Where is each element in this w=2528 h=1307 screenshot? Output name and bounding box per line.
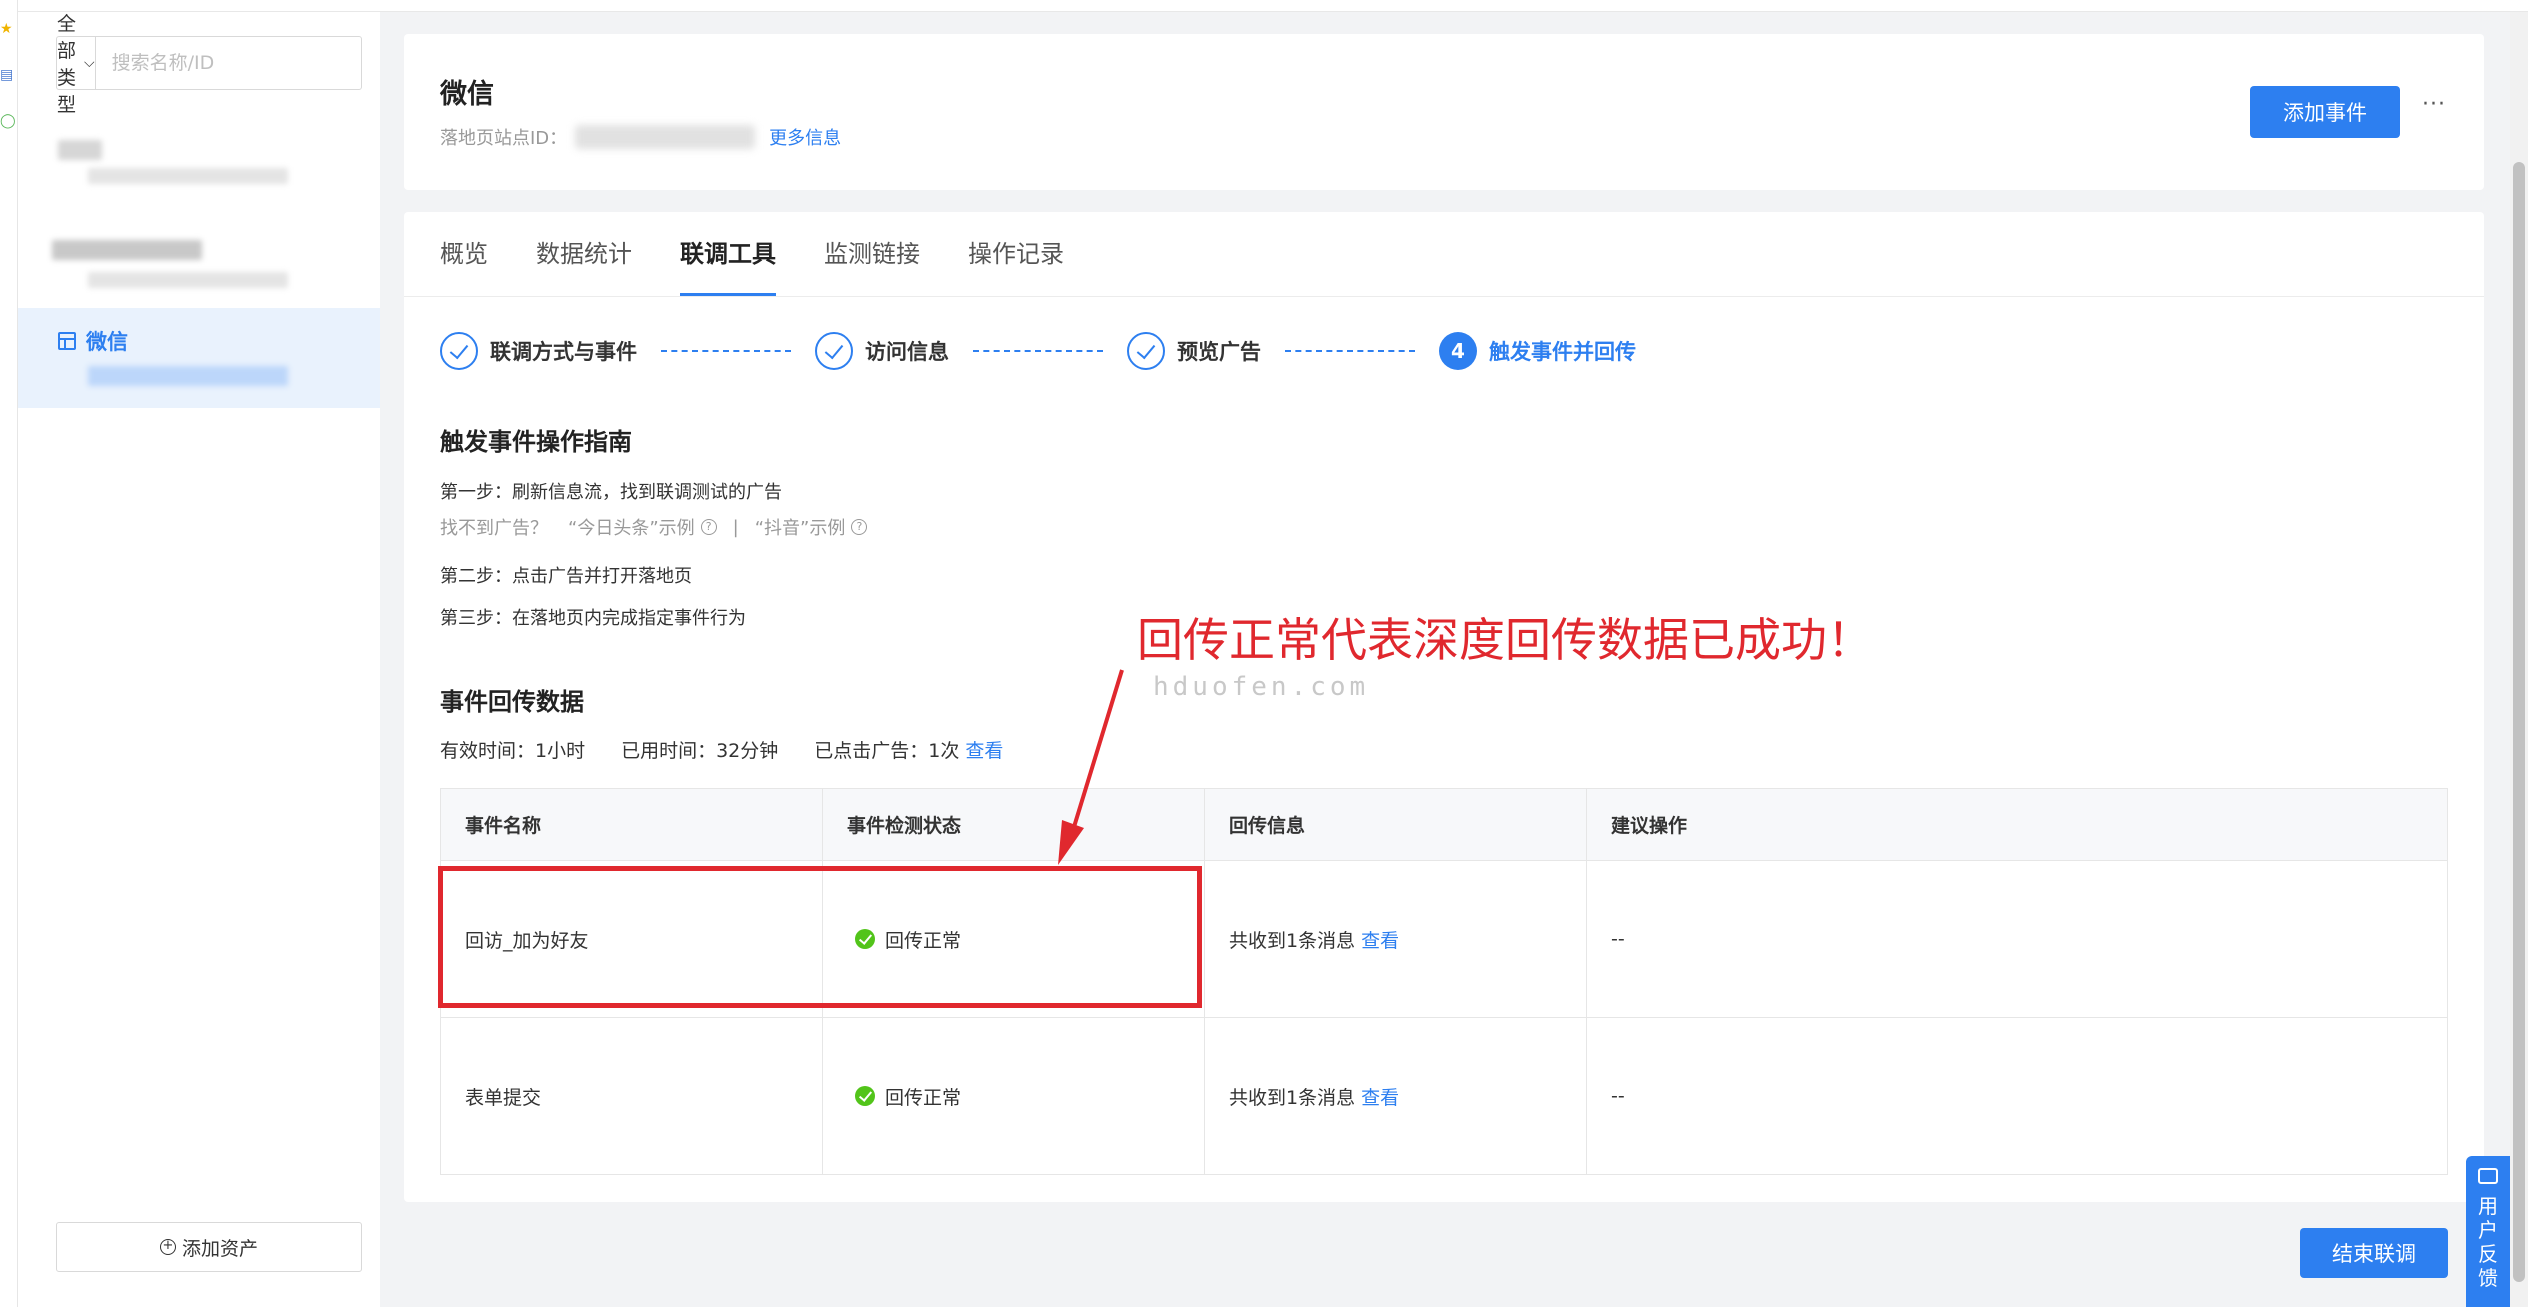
valid-time: 有效时间：1小时 [440,740,586,762]
step-2: 访问信息 [815,332,949,370]
step-1: 联调方式与事件 [440,332,637,370]
event-status: 回传正常 [885,1086,962,1109]
tabs: 概览 数据统计 联调工具 监测链接 操作记录 [440,212,1064,296]
scrollbar[interactable] [2510,12,2528,1307]
more-options-icon[interactable]: ··· [2422,92,2446,117]
col-event-name: 事件名称 [440,788,823,861]
star-icon[interactable]: ★ [0,20,14,38]
chat-icon [2478,1168,2498,1184]
page-title: 微信 [440,79,494,110]
tab-overview[interactable]: 概览 [440,212,488,296]
feedback-tab[interactable]: 用户反馈 [2466,1156,2510,1307]
asset-active-name: 微信 [86,330,128,354]
tab-operation-log[interactable]: 操作记录 [968,212,1064,296]
add-asset-button[interactable]: + 添加资产 [56,1222,362,1272]
step-3: 预览广告 [1127,332,1261,370]
view-callback-link[interactable]: 查看 [1361,1087,1399,1109]
events-title: 事件回传数据 [440,688,584,716]
douyin-example-link[interactable]: “抖音”示例 [755,514,846,540]
col-callback-info: 回传信息 [1204,788,1587,861]
asset-sidebar: 全部类型 ⌵ 微信 + 添加资产 [18,12,380,1307]
annotation-text: 回传正常代表深度回传数据已成功！ [1137,613,1873,667]
tab-debug-tool[interactable]: 联调工具 [680,212,776,296]
site-id-value-blurred [575,125,756,149]
guide-step-2: 第二步：点击广告并打开落地页 [440,566,692,587]
clicked-count: 已点击广告：1次 [814,740,960,762]
main-card: 概览 数据统计 联调工具 监测链接 操作记录 联调方式与事件 访问信息 预览广告… [404,212,2484,1202]
site-id-row: 落地页站点ID： 更多信息 [440,124,841,150]
scroll-thumb[interactable] [2513,162,2525,1282]
end-debug-button[interactable]: 结束联调 [2300,1228,2448,1278]
check-icon [815,332,853,370]
check-icon [440,332,478,370]
check-circle-icon [855,1086,875,1106]
guide-title: 触发事件操作指南 [440,428,632,456]
feedback-label: 用户反馈 [2478,1194,2498,1290]
bookmark-icon[interactable]: ▤ [0,66,14,84]
asset-item-blurred-2[interactable] [18,220,380,320]
asset-filter: 全部类型 ⌵ [56,13,371,116]
watermark: hduofen.com [1153,672,1370,702]
callback-info: 共收到1条消息 [1229,929,1356,952]
step-4: 4 触发事件并回传 [1439,332,1636,370]
add-event-button[interactable]: 添加事件 [2250,86,2400,138]
highlight-box [438,866,1202,1008]
add-asset-label: 添加资产 [181,1237,258,1260]
plus-circle-icon: + [159,1239,176,1255]
event-name: 表单提交 [440,1017,823,1175]
check-icon [1127,332,1165,370]
type-select[interactable]: 全部类型 ⌵ [57,13,96,116]
asset-item-blurred-1[interactable] [18,120,380,220]
top-bar [18,0,2528,12]
type-select-label: 全部类型 [57,13,77,116]
steps: 联调方式与事件 访问信息 预览广告 4 触发事件并回传 [440,330,1636,372]
tab-monitor-link[interactable]: 监测链接 [824,212,920,296]
used-time: 已用时间：32分钟 [621,740,779,762]
col-suggested-action: 建议操作 [1586,788,2448,861]
step-number: 4 [1439,332,1477,370]
toutiao-example-link[interactable]: “今日头条”示例 [568,514,695,540]
tab-statistics[interactable]: 数据统计 [536,212,632,296]
browser-left-strip: ★ ▤ ◯ [0,0,18,1307]
suggested-action: -- [1586,1017,2448,1175]
header-card: 微信 落地页站点ID： 更多信息 添加事件 ··· [404,34,2484,190]
asset-item-active[interactable]: 微信 [18,308,380,408]
chevron-down-icon: ⌵ [84,55,95,71]
search-input[interactable] [95,37,371,89]
annotation-arrow [1058,669,1124,865]
site-id-label: 落地页站点ID： [440,128,568,149]
table-header: 事件名称 事件检测状态 回传信息 建议操作 [440,788,2448,861]
view-clicks-link[interactable]: 查看 [965,740,1003,762]
stats-row: 有效时间：1小时 已用时间：32分钟 已点击广告：1次 查看 [440,736,1003,763]
table-row: 表单提交 回传正常 共收到1条消息 查看 -- [440,1017,2448,1175]
more-info-link[interactable]: 更多信息 [769,124,841,150]
callback-info: 共收到1条消息 [1229,1086,1356,1109]
guide-step-1: 第一步：刷新信息流，找到联调测试的广告 [440,482,782,503]
circle-icon[interactable]: ◯ [0,112,16,130]
question-icon[interactable]: ? [700,519,717,535]
guide-hint: 找不到广告？ “今日头条”示例 ? | “抖音”示例 ? [440,514,868,540]
suggested-action: -- [1586,860,2448,1018]
question-icon[interactable]: ? [851,519,868,535]
guide-step-3: 第三步：在落地页内完成指定事件行为 [440,608,746,629]
layout-icon [58,332,76,350]
view-callback-link[interactable]: 查看 [1361,930,1399,952]
